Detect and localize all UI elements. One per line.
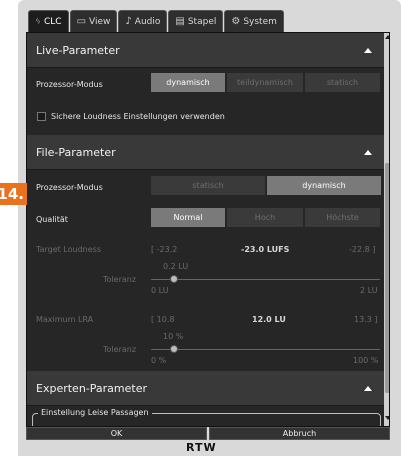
lra-max: 13.3 ] (354, 315, 378, 324)
section-title: File-Parameter (36, 145, 116, 159)
collapse-icon[interactable] (364, 385, 372, 391)
lra-slider-max: 100 % (353, 356, 379, 365)
live-parameter-header[interactable]: Live-Parameter (27, 33, 384, 68)
safe-loudness-label: Sichere Loudness Einstellungen verwenden (51, 112, 225, 121)
lra-value: 12.0 LU (252, 315, 286, 324)
target-slider-max: 2 LU (360, 286, 378, 295)
tab-view[interactable]: ▭ View (69, 10, 118, 32)
target-value: -23.0 LUFS (241, 245, 290, 254)
target-tolerance-label: Toleranz (103, 275, 137, 284)
audio-icon: ♪ (125, 16, 132, 27)
ok-button[interactable]: OK (26, 427, 207, 440)
settings-panel: Live-Parameter Prozessor-Modus dynamisch… (26, 32, 390, 427)
quality-label: Qualität (36, 215, 68, 224)
tab-clc[interactable]: ᛃ CLC (28, 10, 69, 32)
monitor-icon: ▭ (76, 16, 87, 27)
file-processor-label: Prozessor-Modus (36, 183, 103, 192)
scroll-up-icon[interactable] (384, 35, 389, 39)
target-min: [ -23.2 (151, 245, 178, 254)
target-slider-min: 0 LU (151, 286, 169, 295)
tab-bar: ᛃ CLC ▭ View ♪ Audio ▤ Stapel ⚙ System (28, 10, 284, 32)
scroll-down-icon[interactable] (384, 416, 389, 420)
collapse-icon[interactable] (364, 149, 372, 155)
file-mode-dynamisch[interactable]: dynamisch (267, 176, 381, 195)
lra-tolerance-slider[interactable] (169, 345, 178, 353)
quality-row: Qualität Normal Hoch Höchste (27, 208, 384, 232)
collapse-icon[interactable] (364, 47, 372, 53)
file-mode-statisch[interactable]: statisch (151, 176, 265, 195)
lra-tolerance-label: Toleranz (103, 345, 137, 354)
quiet-passages-group: Einstellung Leise Passagen (32, 408, 381, 426)
clc-icon: ᛃ (35, 16, 41, 27)
stack-icon: ▤ (175, 16, 185, 27)
tab-stapel[interactable]: ▤ Stapel (168, 10, 224, 32)
tab-label: View (89, 16, 111, 27)
tab-label: CLC (44, 16, 62, 27)
callout-label: 14. (0, 183, 27, 205)
lra-slider-min: 0 % (151, 356, 167, 365)
tab-label: Audio (134, 16, 161, 27)
live-mode-dynamisch[interactable]: dynamisch (151, 73, 225, 92)
expert-parameter-header[interactable]: Experten-Parameter (27, 371, 384, 406)
safe-loudness-checkbox[interactable] (37, 112, 46, 121)
target-max: -22.8 ] (349, 245, 376, 254)
tab-label: Stapel (187, 16, 217, 27)
file-parameter-header[interactable]: File-Parameter (27, 135, 384, 170)
lra-tolerance-track (151, 349, 380, 350)
section-title: Live-Parameter (36, 43, 120, 57)
tab-audio[interactable]: ♪ Audio (118, 10, 168, 32)
target-tolerance-value: 0.2 LU (163, 262, 189, 271)
lra-tolerance-value: 10 % (163, 332, 184, 341)
quiet-passages-legend: Einstellung Leise Passagen (38, 408, 152, 417)
section-title: Experten-Parameter (36, 381, 147, 395)
target-tolerance-track (151, 279, 380, 280)
live-mode-teildynamisch[interactable]: teildynamisch (227, 73, 303, 92)
quality-normal[interactable]: Normal (151, 208, 225, 227)
quality-hoechste[interactable]: Höchste (305, 208, 380, 227)
max-lra-label: Maximum LRA (36, 315, 94, 324)
vertical-scrollbar[interactable] (384, 33, 389, 426)
button-bar: OK Abbruch (26, 427, 390, 440)
tab-label: System (243, 16, 277, 27)
quality-hoch[interactable]: Hoch (227, 208, 303, 227)
tab-system[interactable]: ⚙ System (224, 10, 284, 32)
gear-icon: ⚙ (231, 16, 241, 27)
scrollbar-thumb[interactable] (385, 163, 389, 393)
target-loudness-label: Target Loudness (36, 245, 101, 254)
rtw-logo: RTW (186, 441, 217, 454)
file-processor-row: Prozessor-Modus statisch dynamisch (27, 176, 384, 200)
cancel-button[interactable]: Abbruch (209, 427, 390, 440)
live-processor-label: Prozessor-Modus (36, 80, 103, 89)
lra-min: [ 10.8 (151, 315, 175, 324)
live-mode-statisch[interactable]: statisch (305, 73, 380, 92)
target-tolerance-slider[interactable] (169, 275, 178, 283)
live-processor-row: Prozessor-Modus dynamisch teildynamisch … (27, 73, 384, 97)
